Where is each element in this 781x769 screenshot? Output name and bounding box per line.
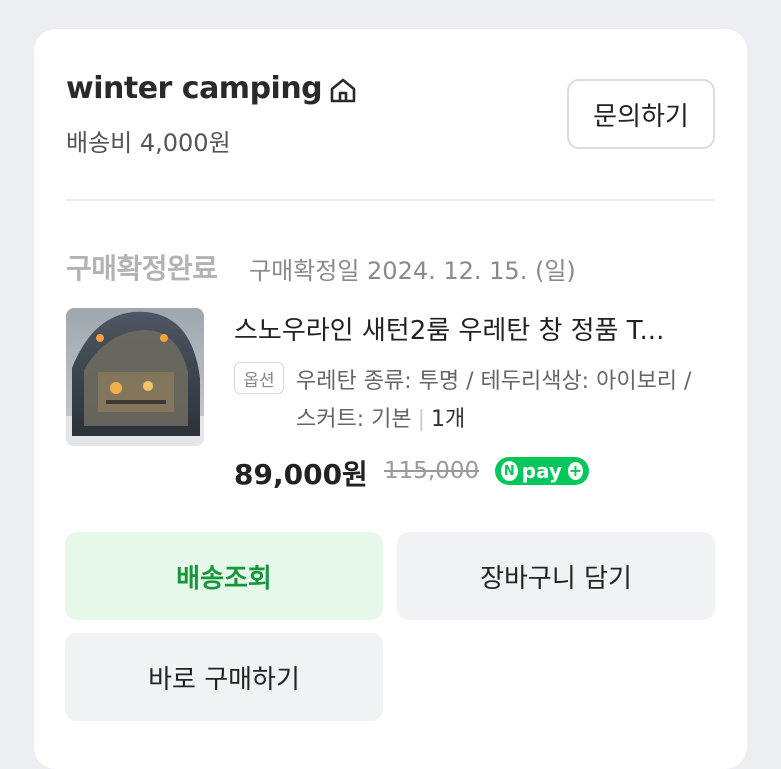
sale-price: 89,000원 xyxy=(234,458,368,491)
order-status: 구매확정완료 xyxy=(66,252,218,285)
order-card: winter camping 배송비 4,000원 문의하기 구매확정완료 구매… xyxy=(34,29,747,769)
track-delivery-button[interactable]: 배송조회 xyxy=(65,532,383,620)
divider xyxy=(66,199,715,201)
shipping-fee: 배송비 4,000원 xyxy=(66,129,231,157)
option-badge: 옵션 xyxy=(234,362,284,394)
product-thumbnail[interactable] xyxy=(66,308,204,446)
home-icon[interactable] xyxy=(328,75,358,105)
add-to-cart-button[interactable]: 장바구니 담기 xyxy=(397,532,715,620)
quantity-separator: | xyxy=(417,407,426,432)
confirm-date: 구매확정일 2024. 12. 15. (일) xyxy=(249,257,576,285)
option-text: 우레탄 종류: 투명 / 테두리색상: 아이보리 / 스커트: 기본 | 1개 xyxy=(296,363,716,439)
seller-name[interactable]: winter camping xyxy=(66,71,323,106)
inquiry-button[interactable]: 문의하기 xyxy=(567,79,715,149)
seller-header[interactable]: winter camping xyxy=(66,71,358,106)
buy-again-button[interactable]: 바로 구매하기 xyxy=(65,633,383,721)
option-values: 우레탄 종류: 투명 / 테두리색상: 아이보리 / 스커트: 기본 xyxy=(296,369,692,432)
product-title[interactable]: 스노우라인 새턴2룸 우레탄 창 정품 T... xyxy=(234,310,714,347)
npay-label: pay xyxy=(521,459,562,483)
npay-badge: N pay + xyxy=(495,457,589,485)
npay-logo-icon: N xyxy=(501,461,518,481)
original-price: 115,000 xyxy=(384,458,480,484)
npay-plus-icon: + xyxy=(567,461,583,480)
quantity: 1개 xyxy=(431,407,466,432)
